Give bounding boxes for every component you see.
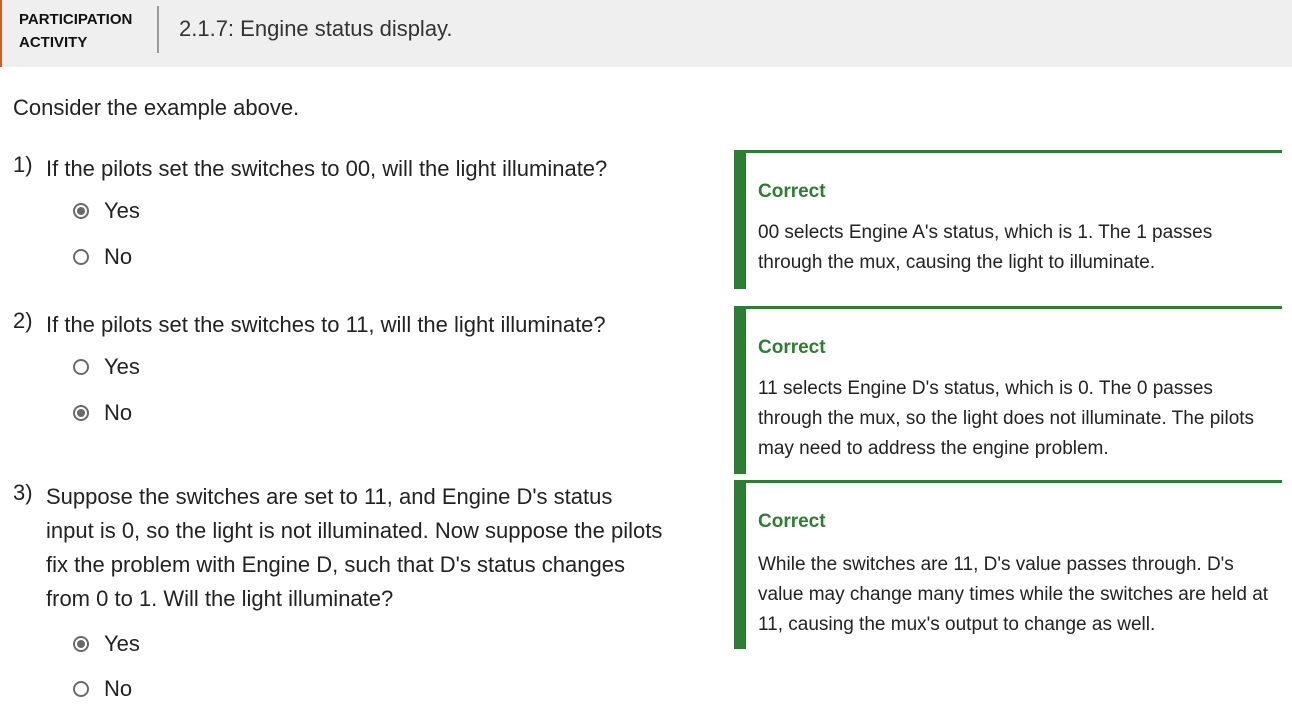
radio-unchecked-icon[interactable] — [73, 681, 89, 697]
feedback-panel-2: Correct 11 selects Engine D's status, wh… — [734, 306, 1282, 474]
question-2: 2) If the pilots set the switches to 11,… — [13, 308, 673, 448]
intro-text: Consider the example above. — [13, 95, 300, 120]
radio-checked-icon[interactable] — [73, 203, 89, 219]
question-text: If the pilots set the switches to 11, wi… — [46, 312, 606, 337]
radio-checked-icon[interactable] — [73, 405, 89, 421]
option-no[interactable]: No — [73, 675, 132, 703]
feedback-status: Correct — [758, 181, 826, 202]
question-3: 3) Suppose the switches are set to 11, a… — [13, 480, 673, 710]
activity-header: PARTICIPATION ACTIVITY 2.1.7: Engine sta… — [0, 0, 1292, 67]
option-yes[interactable]: Yes — [73, 630, 140, 658]
header-divider — [157, 6, 159, 53]
question-number: 2) — [13, 308, 33, 333]
radio-unchecked-icon[interactable] — [73, 359, 89, 375]
question-1: 1) If the pilots set the switches to 00,… — [13, 152, 673, 292]
option-label: Yes — [104, 631, 140, 656]
option-yes[interactable]: Yes — [73, 197, 140, 225]
option-yes[interactable]: Yes — [73, 353, 140, 381]
option-label: Yes — [104, 354, 140, 379]
option-label: Yes — [104, 198, 140, 223]
activity-title: 2.1.7: Engine status display. — [179, 16, 453, 41]
option-no[interactable]: No — [73, 243, 132, 271]
feedback-explanation: While the switches are 11, D's value pas… — [758, 554, 1269, 635]
question-text: Suppose the switches are set to 11, and … — [46, 484, 663, 611]
feedback-panel-3: Correct While the switches are 11, D's v… — [734, 480, 1282, 649]
feedback-explanation: 00 selects Engine A's status, which is 1… — [758, 222, 1213, 273]
feedback-panel-1: Correct 00 selects Engine A's status, wh… — [734, 150, 1282, 289]
option-no[interactable]: No — [73, 399, 132, 427]
feedback-explanation: 11 selects Engine D's status, which is 0… — [758, 378, 1255, 459]
feedback-status: Correct — [758, 511, 826, 532]
question-number: 3) — [13, 480, 33, 505]
activity-type-label: PARTICIPATION ACTIVITY — [19, 11, 133, 51]
option-label: No — [104, 244, 133, 269]
feedback-status: Correct — [758, 337, 826, 358]
question-text: If the pilots set the switches to 00, wi… — [46, 156, 608, 181]
radio-checked-icon[interactable] — [73, 636, 89, 652]
option-label: No — [104, 676, 133, 701]
option-label: No — [104, 400, 133, 425]
radio-unchecked-icon[interactable] — [73, 249, 89, 265]
question-number: 1) — [13, 152, 33, 177]
